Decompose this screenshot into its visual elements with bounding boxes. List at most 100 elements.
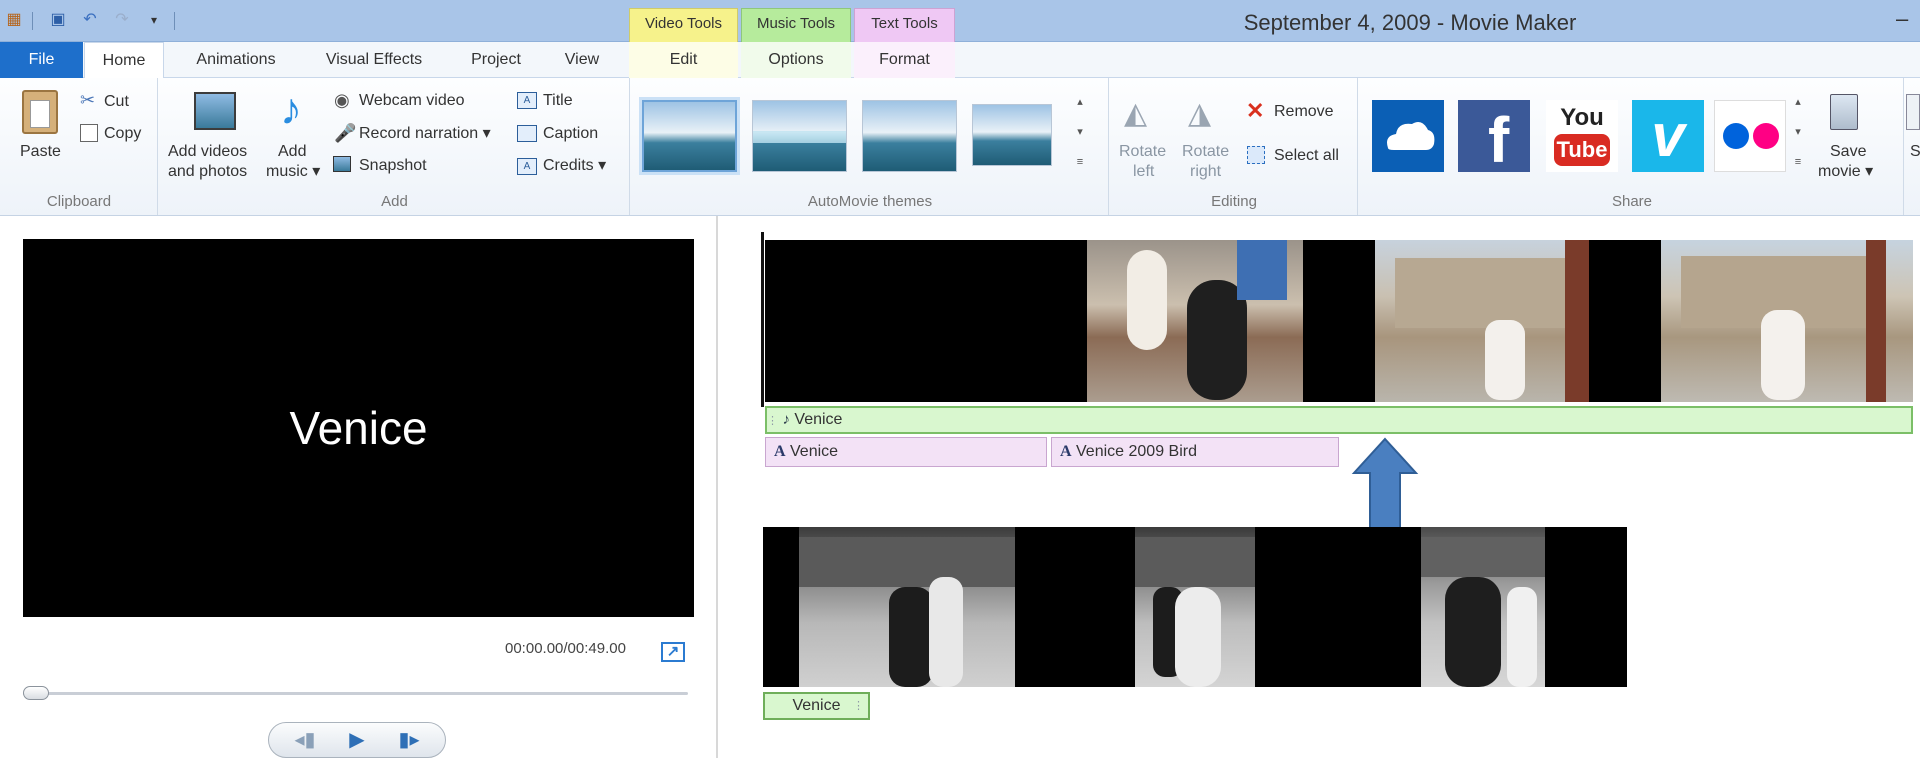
clip-black-frame[interactable] [1255,527,1421,687]
tab-options[interactable]: Options [741,42,851,78]
tab-project[interactable]: Project [456,42,536,78]
paste-icon[interactable] [22,90,58,134]
record-narration-button[interactable]: Record narration ▾ [359,124,491,144]
tab-view[interactable]: View [552,42,612,78]
clip-black-frame[interactable] [763,527,799,687]
next-frame-icon[interactable]: ▮▸ [386,722,432,758]
tab-animations[interactable]: Animations [180,42,292,78]
playhead[interactable] [761,232,764,407]
microphone-icon[interactable]: 🎤 [334,123,356,144]
webcam-icon[interactable]: ◉ [334,90,350,111]
music-note-icon[interactable]: ♪ [280,86,302,134]
editing-group-label: Editing [1211,193,1257,210]
cut-button[interactable]: Cut [104,92,129,112]
theme-fade[interactable] [972,104,1052,166]
qat-separator [174,12,175,30]
caption-button[interactable]: Caption [543,124,598,144]
rotate-left-icon[interactable]: ◭ [1124,96,1147,131]
play-icon[interactable]: ▶ [334,722,380,758]
text-item[interactable]: A Venice 2009 Bird [1051,437,1339,467]
caption-icon[interactable] [517,125,537,142]
remove-button[interactable]: Remove [1274,102,1334,122]
sign-in-icon[interactable] [1906,94,1920,130]
theme-default[interactable] [642,100,737,172]
previous-frame-icon[interactable]: ◂▮ [282,722,328,758]
rotate-right-line1[interactable]: Rotate [1182,142,1229,162]
copy-icon[interactable] [80,124,98,142]
add-videos-line2[interactable]: and photos [168,162,247,182]
facebook-icon[interactable]: f [1458,100,1530,172]
clip-thumbnail[interactable] [1421,527,1545,687]
caption-item[interactable]: Venice ⋮ [763,692,870,720]
add-music-line2[interactable]: music ▾ [266,162,320,182]
theme-contemporary[interactable] [752,100,847,172]
clip-black-frame[interactable] [1589,240,1661,402]
vimeo-icon[interactable]: v [1632,100,1704,172]
snapshot-icon[interactable] [333,156,351,172]
select-all-icon[interactable] [1247,146,1265,164]
redo-icon[interactable]: ↷ [112,10,132,30]
minimize-button[interactable]: – [1896,6,1908,32]
paste-button[interactable]: Paste [20,142,61,162]
clip-thumbnail[interactable] [799,527,1015,687]
tab-format[interactable]: Format [854,42,955,78]
themes-scroll-up[interactable]: ▴ [1072,88,1088,116]
share-scroll-down[interactable]: ▾ [1790,118,1806,146]
snapshot-button[interactable]: Snapshot [359,156,427,176]
music-track[interactable]: ⋮ ♪ Venice [765,406,1913,434]
title-icon[interactable]: A [517,92,537,109]
preview-monitor[interactable]: Venice [23,239,694,617]
clip-thumbnail[interactable] [1087,240,1303,402]
share-more[interactable]: ≡ [1790,148,1806,176]
clip-black-frame[interactable] [1015,527,1135,687]
sign-in-button[interactable]: S [1910,142,1920,162]
tab-edit[interactable]: Edit [629,42,738,78]
title-button[interactable]: Title [543,91,573,111]
theme-cinematic[interactable] [862,100,957,172]
rotate-left-line1[interactable]: Rotate [1119,142,1166,162]
expand-preview-icon[interactable]: ↗ [661,642,685,662]
app-film-icon[interactable]: ▦ [4,10,24,30]
text-item[interactable]: A Venice [765,437,1047,467]
seek-thumb[interactable] [23,686,49,700]
tab-file[interactable]: File [0,42,83,78]
tab-home[interactable]: Home [84,42,164,79]
basilica [1395,258,1565,328]
youtube-icon[interactable]: You Tube [1546,100,1618,172]
clip-thumbnail[interactable] [1661,240,1913,402]
share-scroll-up[interactable]: ▴ [1790,88,1806,116]
copy-button[interactable]: Copy [104,124,141,144]
onedrive-icon[interactable] [1372,100,1444,172]
save-movie-line2[interactable]: movie ▾ [1818,162,1873,182]
clip-thumbnail[interactable] [1375,240,1589,402]
rotate-right-line2[interactable]: right [1190,162,1221,182]
select-all-button[interactable]: Select all [1274,146,1339,166]
clip-thumbnail[interactable] [1135,527,1255,687]
tab-visual-effects[interactable]: Visual Effects [310,42,438,78]
rotate-left-line2[interactable]: left [1133,162,1154,182]
music-grip-icon: ⋮ [767,415,778,427]
title-clip[interactable] [765,240,1087,402]
themes-more[interactable]: ≡ [1072,148,1088,176]
themes-scroll-down[interactable]: ▾ [1072,118,1088,146]
remove-icon[interactable]: ✕ [1246,98,1264,124]
flickr-icon[interactable] [1714,100,1786,172]
credits-icon[interactable]: A [517,158,537,175]
cut-icon[interactable]: ✂ [80,90,95,111]
clip-black-frame[interactable] [1303,240,1375,402]
seek-bar[interactable] [23,692,688,695]
add-videos-line1[interactable]: Add videos [168,142,247,162]
save-movie-icon[interactable] [1830,94,1858,130]
rotate-right-icon[interactable]: ◮ [1188,96,1211,131]
text-tools-label: Text Tools [871,15,938,32]
clip-black-frame[interactable] [1545,527,1627,687]
figure [1175,587,1221,687]
save-icon[interactable]: ▣ [48,10,68,30]
add-videos-icon[interactable] [194,92,236,130]
credits-button[interactable]: Credits ▾ [543,156,606,176]
webcam-video-button[interactable]: Webcam video [359,91,465,111]
save-movie-line1[interactable]: Save [1830,142,1866,162]
qat-customize-icon[interactable]: ▾ [144,10,164,30]
undo-icon[interactable]: ↶ [80,10,100,30]
add-music-line1[interactable]: Add [278,142,306,162]
